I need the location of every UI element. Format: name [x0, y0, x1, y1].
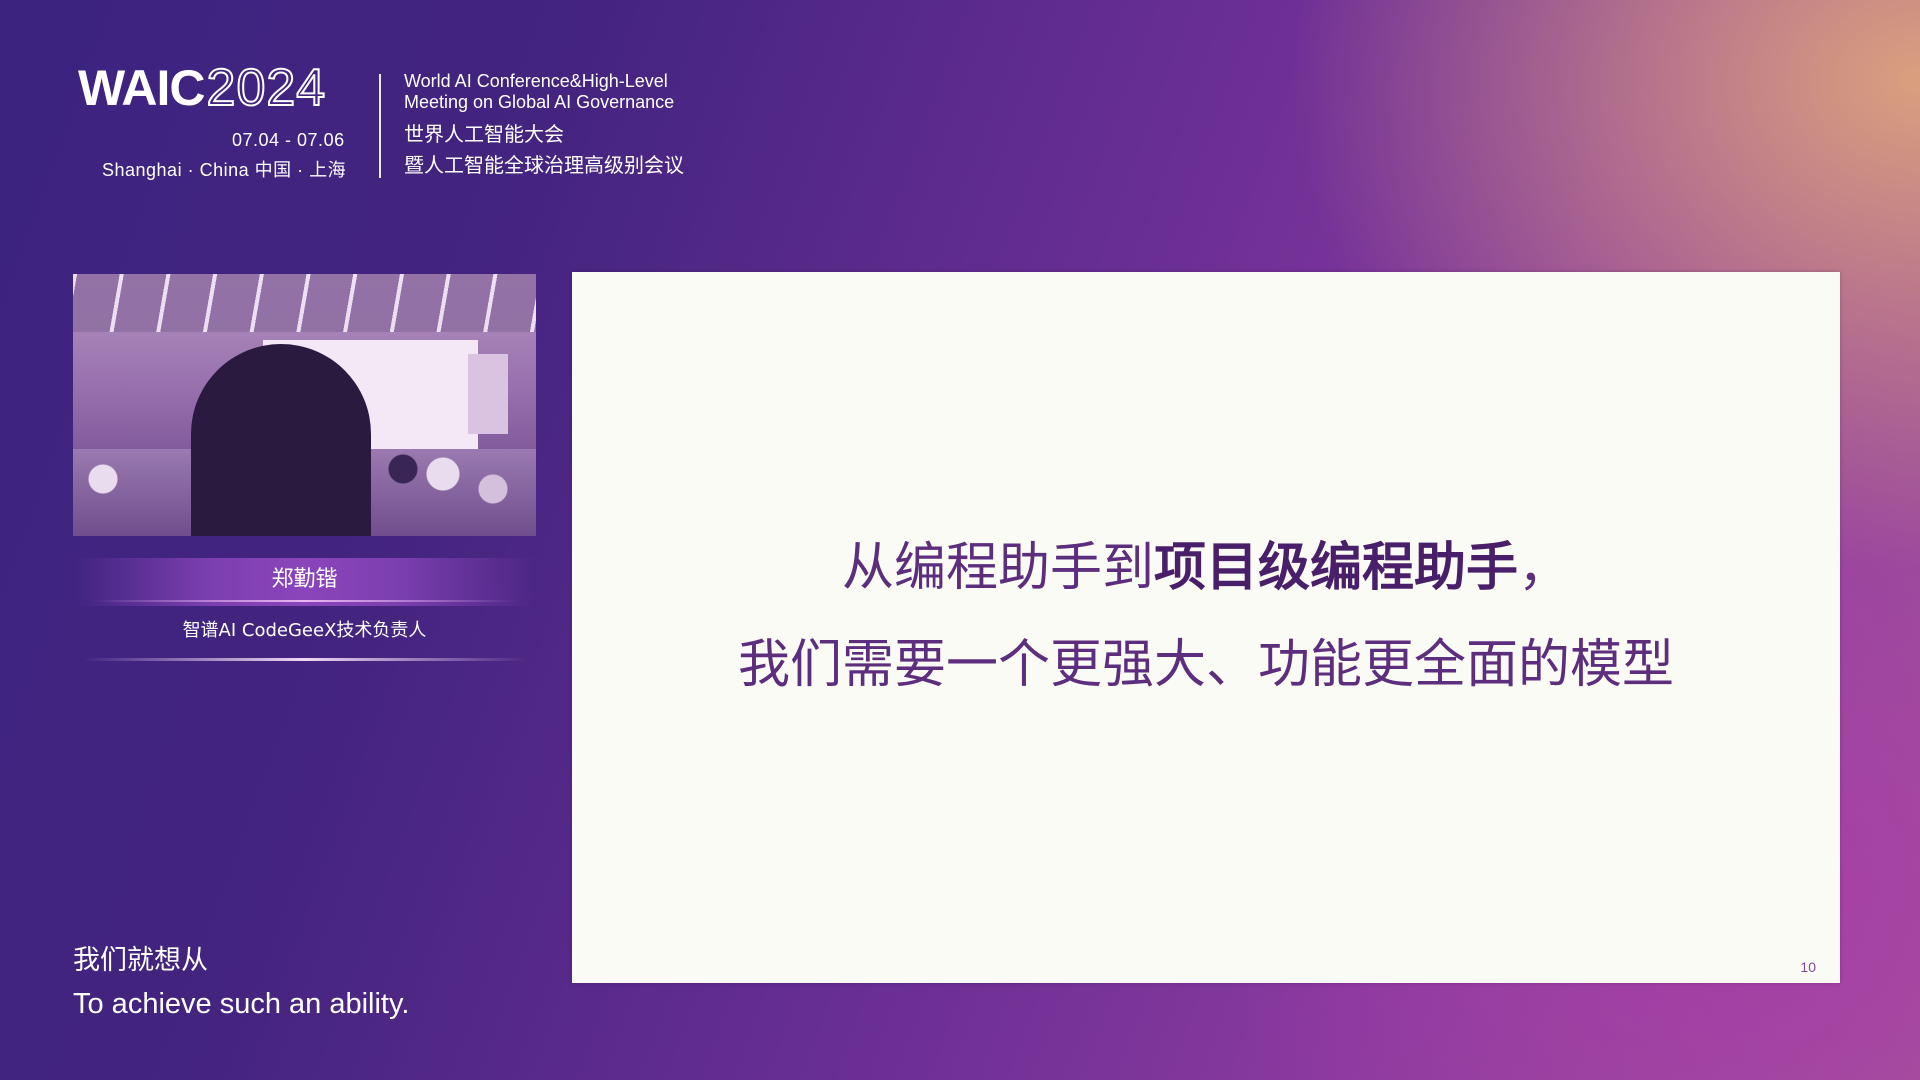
slide-heading-line1: 从编程助手到项目级编程助手， [572, 536, 1840, 600]
logo-year-text: 2024 [206, 59, 327, 117]
conference-names: World AI Conference&High-Level Meeting o… [404, 71, 684, 181]
logo-waic-text: WAIC [78, 60, 206, 116]
photo-ceiling-lights [73, 274, 536, 332]
presentation-slide: 从编程助手到项目级编程助手， 我们需要一个更强大、功能更全面的模型 10 [572, 272, 1840, 983]
conference-name-zh-line1: 世界人工智能大会 [404, 122, 564, 146]
slide-heading-emphasis: 项目级编程助手 [1153, 538, 1518, 598]
subtitle-english: To achieve such an ability. [73, 988, 410, 1020]
header-divider [379, 74, 381, 178]
slide-page-number: 10 [1800, 959, 1816, 975]
conference-name-en-line1: World AI Conference&High-Level [404, 71, 668, 91]
conference-name-en-line2: Meeting on Global AI Governance [404, 92, 675, 112]
speaker-name-bar-line [93, 600, 516, 602]
slide-heading-line2: 我们需要一个更强大、功能更全面的模型 [737, 635, 1674, 695]
speaker-title: 智谱AI CodeGeeX技术负责人 [182, 620, 427, 641]
speaker-name: 郑勤锴 [271, 567, 338, 592]
speaker-title-underline [83, 658, 526, 661]
photo-foreground-head [191, 344, 371, 536]
photo-side-screen [468, 354, 508, 434]
subtitle-chinese: 我们就想从 [73, 945, 208, 976]
slide-heading-regular: 从编程助手到 [841, 538, 1154, 598]
waic-logo: WAIC 2024 [78, 59, 327, 117]
speaker-video-feed [73, 274, 536, 536]
event-dates: 07.04 - 07.06 [232, 130, 345, 150]
conference-name-zh-line2: 暨人工智能全球治理高级别会议 [404, 153, 684, 177]
event-location: Shanghai · China 中国 · 上海 [102, 160, 347, 180]
slide-heading-punct: ， [1518, 538, 1571, 598]
